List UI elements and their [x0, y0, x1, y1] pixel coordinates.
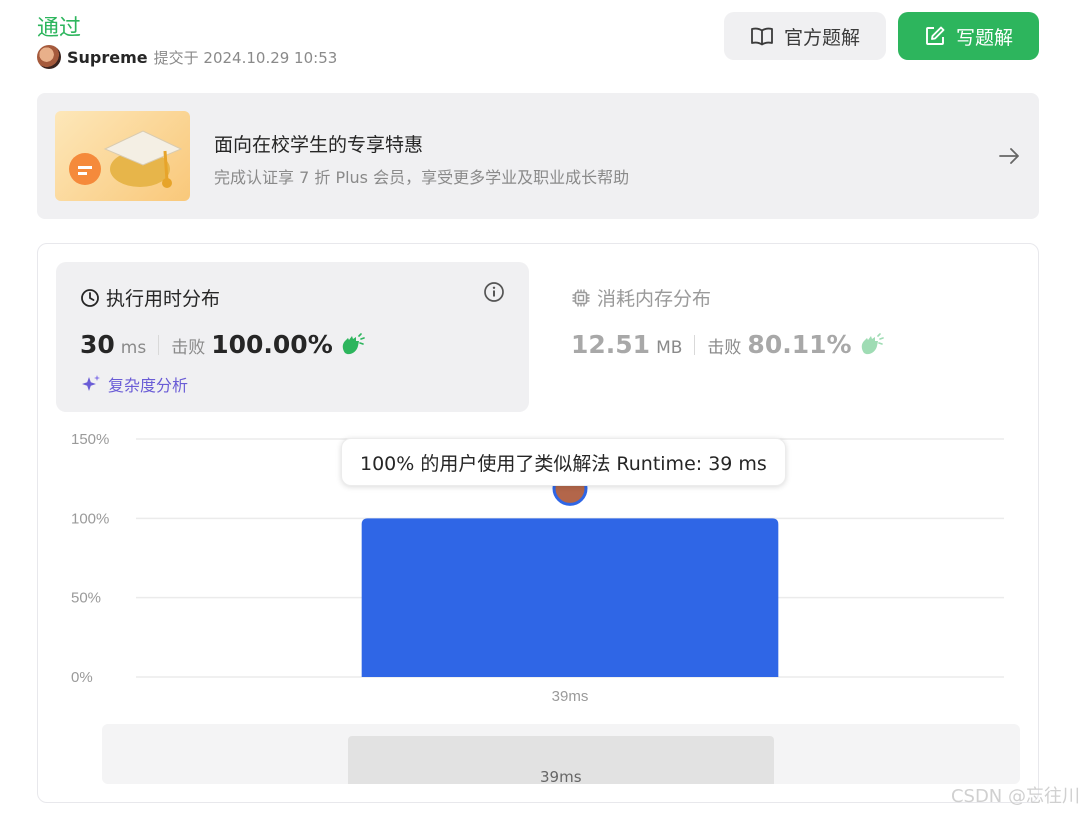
info-icon[interactable] — [483, 281, 505, 303]
submitted-time: 提交于 2024.10.29 10:53 — [153, 48, 338, 67]
divider — [694, 334, 696, 355]
runtime-unit: ms — [120, 338, 147, 358]
distribution-card: 执行用时分布 30 ms 击败 100.00% 复杂度分析 消耗内存分布 12.… — [37, 243, 1039, 803]
memory-metric: 12.51 MB 击败 80.11% — [571, 330, 884, 359]
runtime-tab-title: 执行用时分布 — [80, 284, 220, 311]
submitter-info: Supreme 提交于 2024.10.29 10:53 — [37, 45, 337, 69]
memory-value: 12.51 — [571, 330, 651, 359]
y-tick-label: 50% — [71, 590, 101, 607]
memory-beat-label: 击败 — [707, 338, 742, 358]
chip-icon — [572, 289, 590, 306]
official-solution-button[interactable]: 官方题解 — [724, 12, 886, 60]
chart-tooltip: 100% 的用户使用了类似解法 Runtime: 39 ms — [341, 438, 786, 486]
divider — [158, 334, 160, 355]
y-tick-label: 0% — [71, 669, 93, 686]
write-solution-button[interactable]: 写题解 — [898, 12, 1039, 60]
runtime-beat-percent: 100.00% — [211, 330, 333, 359]
book-icon — [751, 27, 773, 46]
y-tick-label: 150% — [71, 431, 109, 448]
promo-subtitle: 完成认证享 7 折 Plus 会员，享受更多学业及职业成长帮助 — [214, 168, 630, 187]
memory-tab-label: 消耗内存分布 — [597, 288, 712, 310]
clock-icon — [81, 288, 99, 307]
submitter-name[interactable]: Supreme — [67, 48, 148, 67]
y-tick-label: 100% — [71, 510, 109, 527]
sparkle-icon — [82, 375, 100, 391]
tab-memory-distribution[interactable]: 消耗内存分布 12.51 MB 击败 80.11% — [553, 262, 1023, 412]
official-solution-label: 官方题解 — [783, 26, 860, 49]
memory-tab-title: 消耗内存分布 — [571, 284, 711, 311]
chart-bar[interactable] — [361, 518, 779, 677]
runtime-value: 30 — [80, 330, 115, 359]
memory-beat-percent: 80.11% — [747, 330, 852, 359]
memory-unit: MB — [656, 338, 683, 358]
x-tick-label: 39ms — [552, 688, 589, 705]
edit-icon — [926, 26, 945, 45]
complexity-analysis-link[interactable]: 复杂度分析 — [80, 372, 188, 396]
arrow-right-icon[interactable] — [997, 144, 1021, 168]
clapping-hands-icon — [342, 332, 365, 354]
clapping-hands-icon — [861, 332, 884, 354]
complexity-label: 复杂度分析 — [108, 376, 189, 395]
submission-status: 通过 — [37, 16, 82, 41]
avatar[interactable] — [37, 45, 61, 69]
brush-label: 39ms — [540, 768, 582, 784]
student-promo-banner[interactable]: 面向在校学生的专享特惠 完成认证享 7 折 Plus 会员，享受更多学业及职业成… — [37, 93, 1039, 219]
runtime-metric: 30 ms 击败 100.00% — [80, 330, 365, 359]
tab-runtime-distribution[interactable]: 执行用时分布 30 ms 击败 100.00% 复杂度分析 — [56, 262, 529, 412]
graduation-cap-illustration — [55, 111, 190, 201]
write-solution-label: 写题解 — [955, 26, 1013, 49]
watermark: CSDN @忘往川 — [950, 786, 1080, 807]
runtime-beat-label: 击败 — [171, 338, 206, 358]
runtime-tab-label: 执行用时分布 — [106, 288, 221, 310]
promo-title: 面向在校学生的专享特惠 — [214, 134, 424, 156]
chart-range-brush[interactable]: 39ms — [102, 724, 1020, 784]
